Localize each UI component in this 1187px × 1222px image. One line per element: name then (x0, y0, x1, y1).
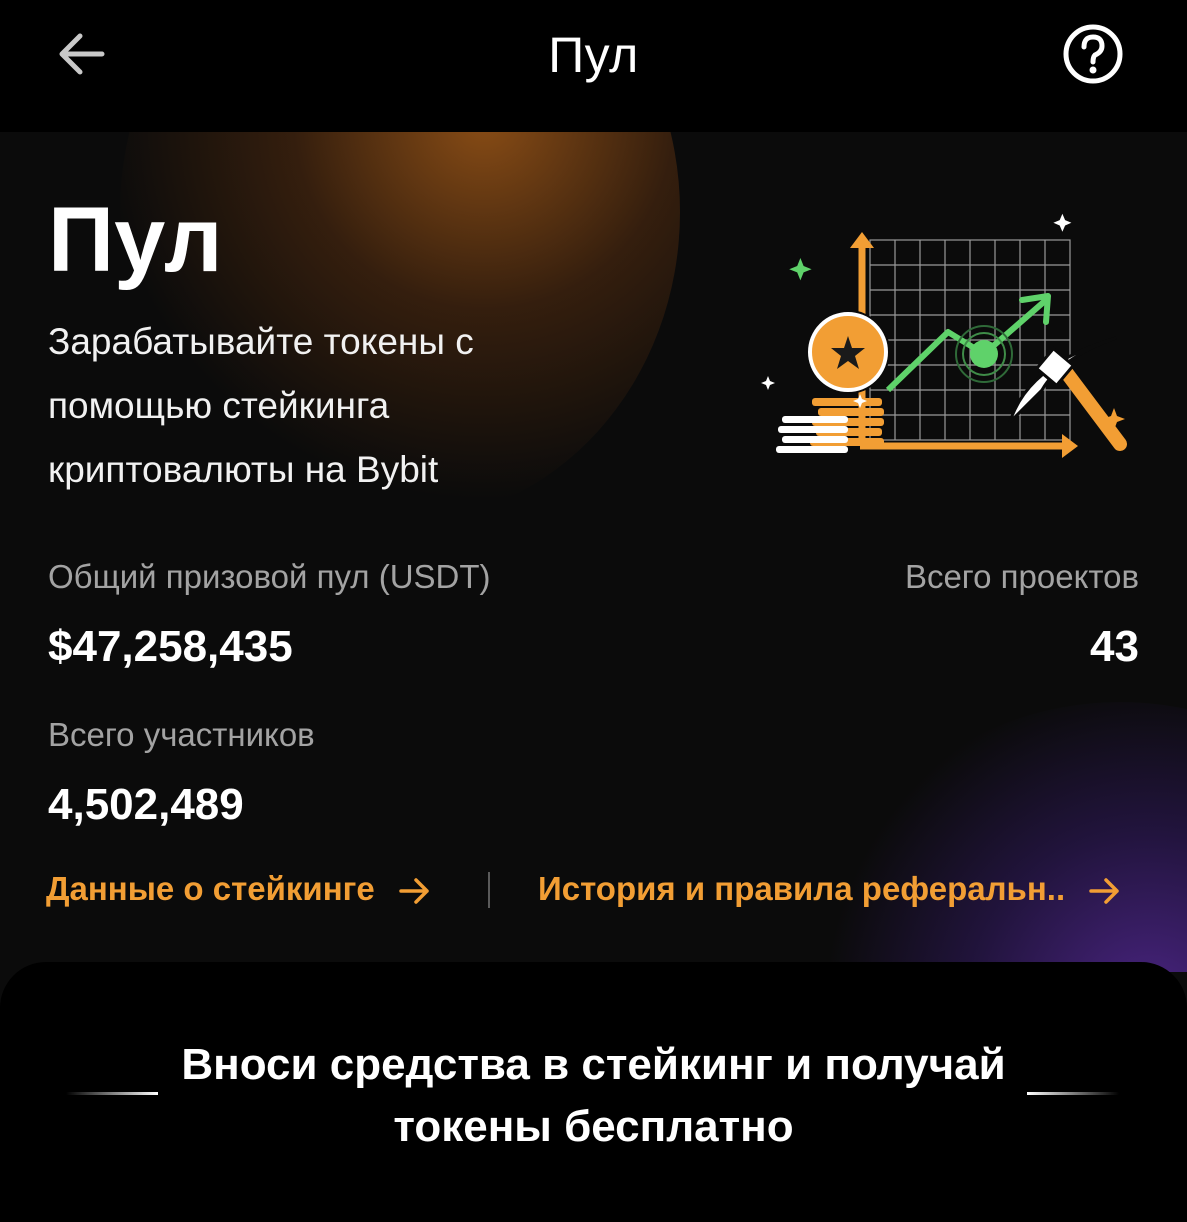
hero-subtitle: Зарабатывайте токены с помощью стейкинга… (48, 321, 474, 490)
arrow-right-icon (1089, 878, 1120, 905)
referral-history-link-label: История и правила реферальн.. (538, 870, 1066, 907)
participants-value: 4,502,489 (48, 780, 244, 829)
staking-data-link[interactable]: Данные о стейкинге (46, 870, 432, 908)
projects-label: Всего проектов (904, 558, 1139, 595)
help-button[interactable] (1061, 22, 1125, 86)
banner-right-line (1027, 1092, 1119, 1095)
top-bar: Пул (0, 0, 1187, 132)
link-divider (488, 872, 490, 908)
referral-history-link[interactable]: История и правила реферальн.. (538, 870, 1122, 908)
staking-data-link-label: Данные о стейкинге (46, 870, 375, 907)
page-title: Пул (548, 27, 639, 83)
prize-pool-value: $47,258,435 (48, 622, 293, 671)
purple-glow-decoration (820, 702, 1187, 972)
participants-label: Всего участников (48, 716, 315, 753)
banner-left-line (66, 1092, 158, 1095)
question-circle-icon (1063, 24, 1123, 84)
mining-growth-chart-illustration (761, 213, 1127, 458)
arrow-right-icon (399, 878, 429, 905)
promo-banner-text: Вноси средства в стейкинг и получай токе… (181, 1040, 1006, 1151)
projects-value: 43 (1090, 622, 1139, 671)
hero-title: Пул (48, 189, 223, 291)
hero-section: Пул Зарабатывайте токены с помощью стейк… (0, 132, 1187, 972)
prize-pool-label: Общий призовой пул (USDT) (48, 558, 491, 595)
promo-card: Вноси средства в стейкинг и получай токе… (0, 962, 1187, 1222)
